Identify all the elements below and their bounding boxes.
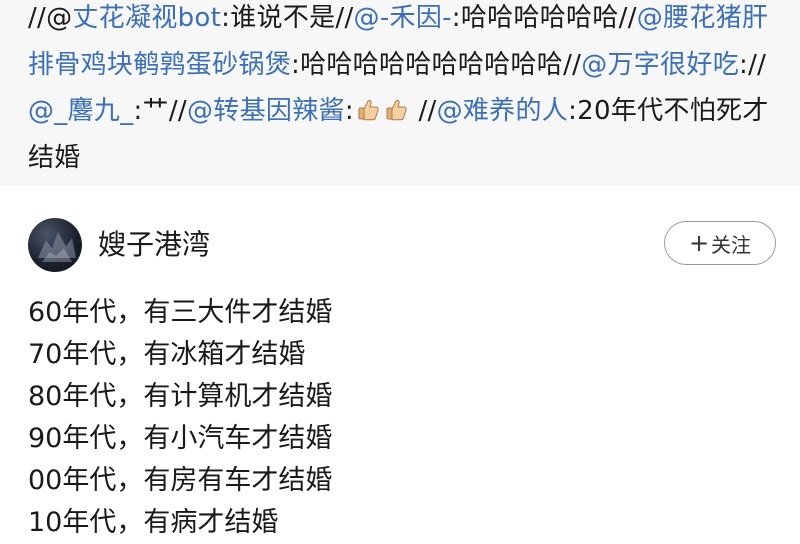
- repost-separator: //: [409, 96, 437, 126]
- post-line: 90年代，有小汽车才结婚: [28, 423, 333, 454]
- mention-link[interactable]: 丈花凝视bot: [72, 3, 221, 33]
- repost-separator: //: [335, 3, 354, 33]
- thumbs-up-icon: [383, 92, 409, 121]
- mention-link[interactable]: @万字很好吃: [581, 50, 739, 80]
- post-line: 60年代，有三大件才结婚: [28, 297, 333, 328]
- avatar[interactable]: [28, 218, 82, 272]
- repost-separator: //: [563, 49, 582, 80]
- plus-icon: +: [688, 229, 710, 257]
- post-body: 60年代，有三大件才结婚 70年代，有冰箱才结婚 80年代，有计算机才结婚 90…: [28, 292, 788, 544]
- post-line: 70年代，有冰箱才结婚: [28, 339, 306, 370]
- mention-link[interactable]: @转基因辣酱: [187, 96, 345, 126]
- repost-separator: //: [168, 96, 187, 126]
- mention-link[interactable]: @-禾因-: [354, 3, 452, 33]
- repost-comment: :: [344, 96, 354, 126]
- repost-separator: //: [618, 3, 637, 33]
- repost-separator: //@: [28, 3, 73, 33]
- repost-comment: :谁说不是: [221, 3, 336, 33]
- follow-label: 关注: [711, 232, 752, 257]
- author-row: 嫂子港湾 + 关注: [28, 218, 778, 274]
- repost-comment: :哈哈哈哈哈哈: [451, 3, 619, 33]
- repost-comment: :: [739, 49, 749, 80]
- post-line: 00年代，有房有车才结婚: [28, 465, 333, 496]
- follow-button[interactable]: + 关注: [664, 221, 776, 265]
- thumbs-up-icon: [355, 92, 381, 121]
- repost-comment: :艹: [133, 96, 169, 126]
- repost-separator: //: [748, 49, 767, 80]
- repost-chain-block: //@丈花凝视bot:谁说不是//@-禾因-:哈哈哈哈哈哈//@腰花猪肝排骨鸡块…: [0, 0, 800, 186]
- repost-chain-text: //@丈花凝视bot:谁说不是//@-禾因-:哈哈哈哈哈哈//@腰花猪肝排骨鸡块…: [28, 0, 780, 181]
- post-line: 80年代，有计算机才结婚: [28, 381, 333, 412]
- avatar-image-icon: [38, 232, 76, 262]
- mention-link[interactable]: @_麐九_: [28, 96, 134, 126]
- mention-link[interactable]: @难养的人: [437, 96, 569, 126]
- original-post: 嫂子港湾 + 关注 60年代，有三大件才结婚 70年代，有冰箱才结婚 80年代，…: [0, 186, 800, 538]
- repost-comment: :哈哈哈哈哈哈哈哈哈哈: [291, 49, 564, 80]
- author-name[interactable]: 嫂子港湾: [98, 228, 210, 262]
